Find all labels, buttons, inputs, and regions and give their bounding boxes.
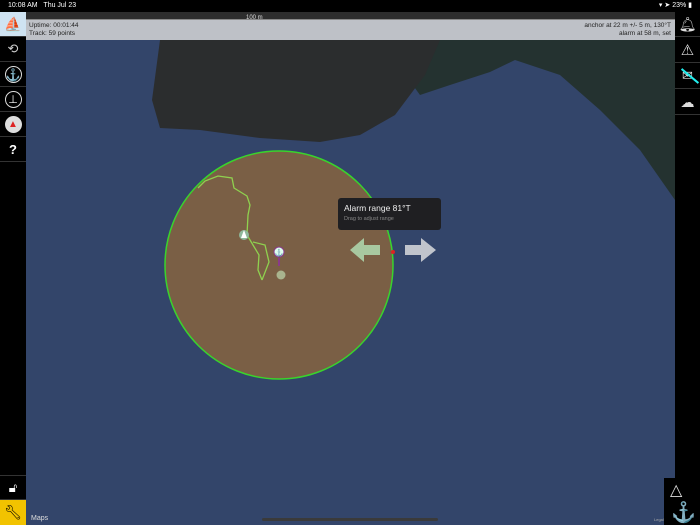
alarm-range-tooltip: Alarm range 81°T Drag to adjust range (338, 198, 441, 230)
tooltip-subtitle: Drag to adjust range (344, 216, 394, 222)
message-button[interactable]: ✉ (675, 64, 700, 89)
scale-bar: 100 m (26, 12, 675, 21)
wrench-icon: 🔧︎ (4, 504, 22, 520)
drop-marker-icon (276, 270, 286, 280)
date: Thu Jul 23 (43, 2, 77, 9)
maps-label: Maps (31, 515, 49, 522)
time: 10:08 AM (8, 2, 38, 9)
battery-percent: 23% (672, 2, 687, 9)
anchor-panel: △ ⚓ (664, 478, 700, 525)
triangle-up-icon: △ (670, 482, 683, 499)
uptime: Uptime: 00:01:44 (29, 22, 79, 29)
anchor-icon: ⚓ (4, 65, 22, 83)
battery: ▾ ➤ 23% ▮ (658, 2, 692, 9)
sailboat-icon: ⛵ (4, 15, 22, 32)
left-toolbar: ⛵ ⟲ ⚓ ⊥ ▲ ? 🔓︎ (0, 12, 26, 525)
right-toolbar: 🔔︎ ⚠︎ ✉ ☁︎ (675, 12, 700, 127)
anchor-icon: ⚓ (671, 502, 696, 524)
home-indicator[interactable] (262, 518, 438, 521)
alarm-info: alarm at 58 m, set (618, 30, 671, 37)
mail-disabled-icon: ✉ (680, 68, 700, 84)
collapse-button[interactable]: △ (670, 480, 682, 500)
help-button[interactable]: ? (0, 137, 26, 162)
drop-anchor-button[interactable]: ⚓ (671, 500, 696, 525)
alarm-bell-button[interactable]: 🔔︎ (675, 12, 700, 37)
lock-icon: 🔓︎ (8, 479, 18, 495)
anchor-info: anchor at 22 m +/- 5 m, 130°T (584, 22, 671, 29)
lock-button[interactable]: 🔓︎ (0, 475, 26, 500)
range-handle[interactable] (391, 250, 395, 254)
status-bar: 10:08 AM Thu Jul 23 ▾ ➤ 23% ▮ (0, 0, 700, 12)
boat-icon: ⊥ (4, 90, 22, 108)
compass-button[interactable]: ▲ (0, 112, 26, 137)
svg-text:⚓: ⚓ (275, 248, 284, 257)
maps-attribution[interactable]: Maps (31, 515, 48, 522)
tooltip-title: Alarm range 81°T (344, 203, 411, 213)
track-button[interactable]: ⟲ (0, 37, 26, 62)
info-bar: Uptime: 00:01:44 Track: 59 points anchor… (26, 20, 675, 40)
app-logo-button[interactable]: ⛵ (0, 12, 26, 37)
settings-button[interactable]: 🔧︎ (0, 500, 26, 525)
cloud-upload-button[interactable]: ☁︎ (675, 90, 700, 115)
status-time: 10:08 AM Thu Jul 23 (8, 0, 76, 12)
map-view[interactable]: ⚓ (26, 12, 675, 525)
track-icon: ⟲ (7, 41, 19, 56)
compass-icon: ▲ (4, 115, 22, 133)
boat-icon (239, 230, 249, 240)
legal-link[interactable]: Legal (654, 517, 664, 522)
help-icon: ? (9, 141, 17, 157)
warning-icon: ⚠︎ (680, 42, 695, 59)
boat-position-button[interactable]: ⊥ (0, 87, 26, 112)
anchor-button[interactable]: ⚓ (0, 62, 26, 87)
track-points: Track: 59 points (29, 30, 76, 37)
bell-icon: 🔔︎ (678, 15, 697, 32)
cloud-upload-icon: ☁︎ (680, 93, 695, 110)
warning-button[interactable]: ⚠︎ (675, 38, 700, 63)
